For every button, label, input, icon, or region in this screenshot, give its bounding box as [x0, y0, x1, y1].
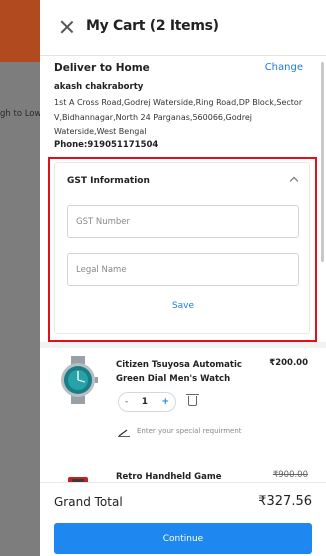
- gst-title: GST Information: [67, 176, 150, 186]
- continue-button[interactable]: Continue: [54, 523, 312, 554]
- watch-image: [61, 356, 98, 404]
- address-phone: Phone:919051171504: [54, 140, 159, 150]
- item-price: ₹200.00: [269, 358, 308, 368]
- cart-item: Retro Handheld Game Console ₹900.00: [40, 468, 326, 482]
- gst-section: GST Information Save: [54, 162, 310, 334]
- close-icon[interactable]: [60, 20, 74, 34]
- address-text: 1st A Cross Road,Godrej Waterside,Ring R…: [54, 98, 303, 136]
- deliver-title: Deliver to Home: [54, 62, 150, 74]
- item-price: ₹900.00: [272, 470, 308, 480]
- scrollbar[interactable]: [321, 62, 324, 262]
- cart-scroll-area[interactable]: Deliver to Home Change akash chakraborty…: [40, 56, 326, 482]
- address-name: akash chakraborty: [54, 82, 144, 92]
- special-requirement-input[interactable]: Enter your special requirment: [137, 427, 242, 435]
- cart-drawer: My Cart (2 Items) Deliver to Home Change…: [40, 0, 326, 556]
- legal-name-input[interactable]: [67, 253, 299, 286]
- cart-header: My Cart (2 Items): [40, 0, 326, 56]
- item-name[interactable]: Retro Handheld Game Console: [116, 470, 256, 482]
- cart-item: Citizen Tsuyosa Automatic Green Dial Men…: [40, 356, 326, 456]
- cart-footer: Grand Total ₹327.56 Continue: [40, 482, 326, 556]
- grand-total-value: ₹327.56: [258, 494, 312, 509]
- background-sort-text: gh to Low: [0, 109, 40, 119]
- grand-total-label: Grand Total: [54, 495, 123, 509]
- quantity-stepper: - 1 +: [118, 392, 176, 412]
- background-page: gh to Low: [0, 0, 40, 556]
- change-address-link[interactable]: Change: [265, 62, 303, 73]
- pencil-icon: [118, 429, 130, 437]
- game-console-image: [68, 477, 88, 482]
- background-banner: [0, 0, 40, 62]
- chevron-up-icon[interactable]: [289, 176, 299, 186]
- cart-title: My Cart (2 Items): [86, 18, 219, 34]
- increase-quantity-button[interactable]: +: [161, 397, 169, 407]
- gst-save-button[interactable]: Save: [55, 301, 311, 311]
- trash-icon[interactable]: [186, 394, 199, 406]
- section-divider: [40, 342, 326, 348]
- decrease-quantity-button[interactable]: -: [125, 397, 128, 407]
- quantity-value: 1: [141, 397, 148, 407]
- gst-number-input[interactable]: [67, 205, 299, 238]
- item-name[interactable]: Citizen Tsuyosa Automatic Green Dial Men…: [116, 358, 256, 386]
